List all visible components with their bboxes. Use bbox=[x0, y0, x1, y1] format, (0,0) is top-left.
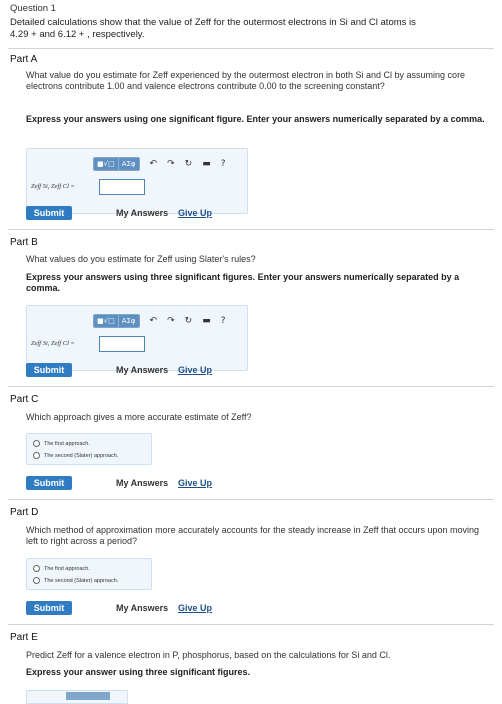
part-a-give-up-link[interactable]: Give Up bbox=[178, 208, 212, 218]
redo-icon[interactable]: ↷ bbox=[167, 158, 175, 170]
equation-toolbar bbox=[66, 692, 110, 700]
part-e-prompt: Predict Zeff for a valence electron in P… bbox=[26, 650, 391, 660]
greek-symbols-button[interactable]: AΣφ bbox=[117, 158, 139, 170]
redo-icon[interactable]: ↷ bbox=[167, 315, 175, 327]
part-c-choices: The first approach. The second (Slater) … bbox=[26, 433, 152, 465]
part-d-title: Part D bbox=[10, 507, 39, 518]
part-d-give-up-link[interactable]: Give Up bbox=[178, 603, 212, 613]
radio-button[interactable] bbox=[33, 565, 40, 572]
radio-button[interactable] bbox=[33, 452, 40, 459]
part-c-option-1[interactable]: The first approach. bbox=[33, 440, 90, 447]
part-d-option-2[interactable]: The second (Slater) approach. bbox=[33, 577, 118, 584]
reset-icon[interactable]: ↻ bbox=[185, 315, 193, 327]
equation-toolbar: ■√□ AΣφ ↶ ↷ ↻ ▬ ? bbox=[93, 314, 225, 328]
templates-button[interactable]: ■√□ bbox=[94, 158, 118, 170]
part-b-submit-button[interactable]: Submit bbox=[26, 363, 72, 377]
question-title: Question 1 bbox=[10, 3, 56, 14]
part-a-answer-label: Zeff Si, Zeff Cl = bbox=[31, 183, 75, 190]
part-d-choices: The first approach. The second (Slater) … bbox=[26, 558, 152, 590]
part-c-give-up-link[interactable]: Give Up bbox=[178, 478, 212, 488]
part-d-prompt: Which method of approximation more accur… bbox=[26, 525, 480, 546]
part-b-prompt: What values do you estimate for Zeff usi… bbox=[26, 254, 256, 264]
divider bbox=[8, 386, 494, 387]
divider bbox=[8, 229, 494, 230]
toolbar-button-group: ■√□ AΣφ bbox=[93, 157, 140, 171]
help-icon[interactable]: ? bbox=[221, 158, 226, 170]
part-e-title: Part E bbox=[10, 632, 38, 643]
part-c-title: Part C bbox=[10, 394, 39, 405]
part-a-prompt: What value do you estimate for Zeff expe… bbox=[26, 70, 466, 91]
question-intro: Detailed calculations show that the valu… bbox=[10, 17, 490, 41]
option-label: The first approach. bbox=[44, 440, 90, 447]
part-a-answer-box: ■√□ AΣφ ↶ ↷ ↻ ▬ ? Zeff Si, Zeff Cl = bbox=[26, 148, 248, 214]
keyboard-icon[interactable]: ▬ bbox=[202, 158, 211, 170]
help-icon[interactable]: ? bbox=[221, 315, 226, 327]
part-a-my-answers-link[interactable]: My Answers bbox=[116, 208, 168, 218]
divider bbox=[8, 624, 494, 625]
part-d-option-1[interactable]: The first approach. bbox=[33, 565, 90, 572]
option-label: The second (Slater) approach. bbox=[44, 577, 119, 584]
divider bbox=[8, 499, 494, 500]
radio-button[interactable] bbox=[33, 577, 40, 584]
part-b-instruction: Express your answers using three signifi… bbox=[26, 272, 460, 293]
part-a-instruction: Express your answers using one significa… bbox=[26, 114, 485, 124]
keyboard-icon[interactable]: ▬ bbox=[202, 315, 211, 327]
greek-symbols-button[interactable]: AΣφ bbox=[117, 315, 139, 327]
intro-line-2: 4.29 + and 6.12 + , respectively. bbox=[10, 29, 145, 40]
part-a-submit-button[interactable]: Submit bbox=[26, 206, 72, 220]
part-b-my-answers-link[interactable]: My Answers bbox=[116, 365, 168, 375]
option-label: The second (Slater) approach. bbox=[44, 452, 119, 459]
part-a-title: Part A bbox=[10, 54, 38, 65]
part-b-give-up-link[interactable]: Give Up bbox=[178, 365, 212, 375]
toolbar-button-group: ■√□ AΣφ bbox=[93, 314, 140, 328]
undo-icon[interactable]: ↶ bbox=[150, 158, 158, 170]
part-c-option-2[interactable]: The second (Slater) approach. bbox=[33, 452, 118, 459]
option-label: The first approach. bbox=[44, 565, 90, 572]
part-d-my-answers-link[interactable]: My Answers bbox=[116, 603, 168, 613]
undo-icon[interactable]: ↶ bbox=[150, 315, 158, 327]
part-d-submit-button[interactable]: Submit bbox=[26, 601, 72, 615]
part-e-instruction: Express your answer using three signific… bbox=[26, 667, 251, 677]
part-b-title: Part B bbox=[10, 237, 38, 248]
part-b-answer-box: ■√□ AΣφ ↶ ↷ ↻ ▬ ? Zeff Si, Zeff Cl = bbox=[26, 305, 248, 371]
question-page: Question 1 Detailed calculations show th… bbox=[0, 0, 502, 704]
part-a-answer-input[interactable] bbox=[99, 179, 145, 195]
reset-icon[interactable]: ↻ bbox=[185, 158, 193, 170]
templates-button[interactable]: ■√□ bbox=[94, 315, 118, 327]
intro-line-1: Detailed calculations show that the valu… bbox=[10, 17, 416, 28]
part-c-submit-button[interactable]: Submit bbox=[26, 476, 72, 490]
part-b-answer-input[interactable] bbox=[99, 336, 145, 352]
equation-toolbar: ■√□ AΣφ ↶ ↷ ↻ ▬ ? bbox=[93, 157, 225, 171]
radio-button[interactable] bbox=[33, 440, 40, 447]
part-c-prompt: Which approach gives a more accurate est… bbox=[26, 412, 252, 422]
divider bbox=[8, 48, 494, 49]
part-c-my-answers-link[interactable]: My Answers bbox=[116, 478, 168, 488]
part-b-answer-label: Zeff Si, Zeff Cl = bbox=[31, 340, 75, 347]
